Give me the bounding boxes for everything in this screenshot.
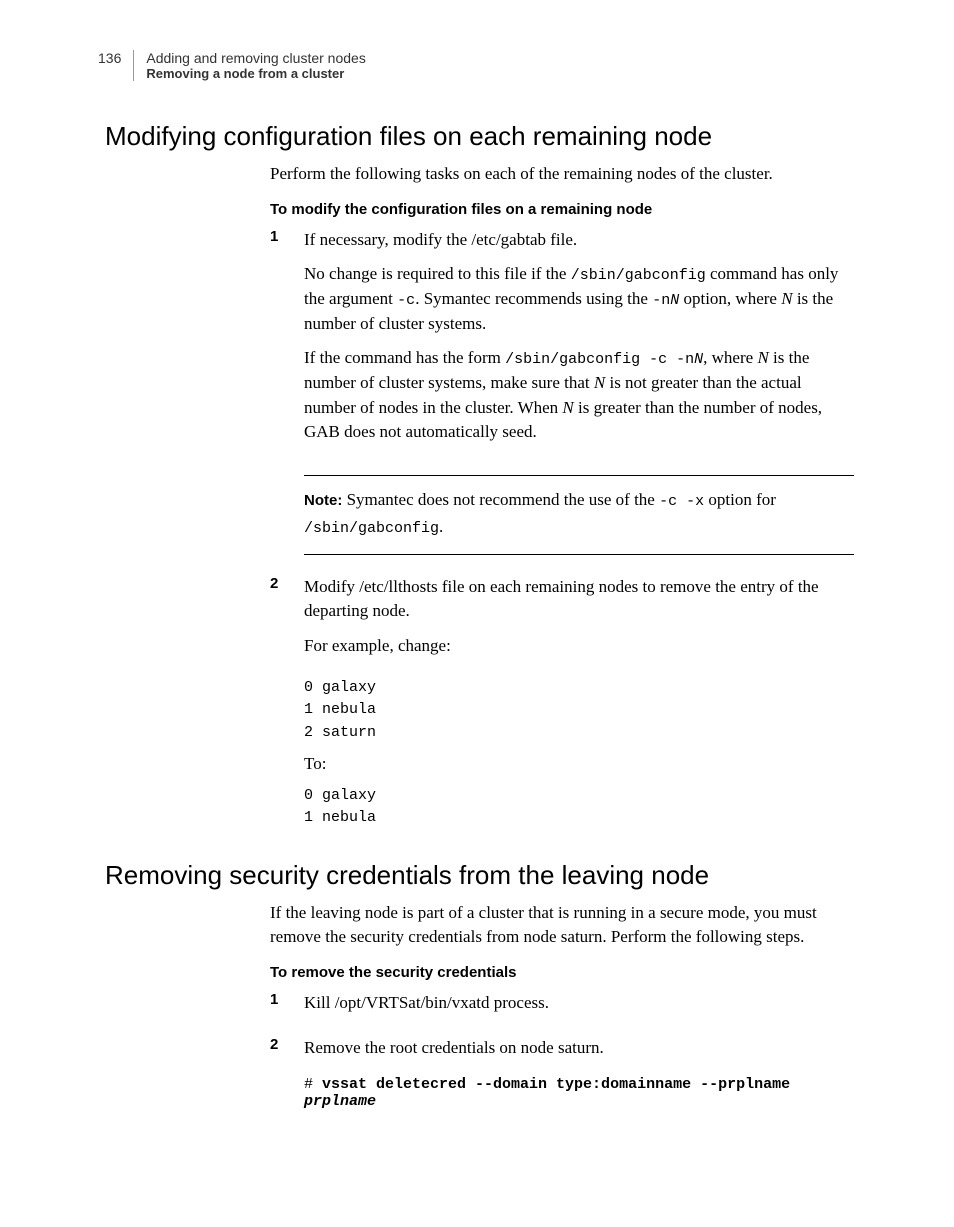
step-2: 2 Modify /etc/llthosts file on each rema…	[270, 575, 854, 669]
note-text: Note: Symantec does not recommend the us…	[304, 488, 854, 513]
intro-paragraph: Perform the following tasks on each of t…	[270, 162, 854, 187]
header-chapter: Adding and removing cluster nodes	[146, 50, 365, 66]
subtask-heading: To modify the configuration files on a r…	[270, 201, 854, 218]
step-2: 2 Remove the root credentials on node sa…	[270, 1036, 854, 1071]
step-text: If necessary, modify the /etc/gabtab fil…	[304, 228, 854, 253]
note-box: Note: Symantec does not recommend the us…	[304, 475, 854, 555]
section-heading-modifying: Modifying configuration files on each re…	[80, 121, 874, 152]
code-block: 0 galaxy 1 nebula 2 saturn	[304, 677, 854, 745]
step-text: For example, change:	[304, 634, 854, 659]
step-1: 1 If necessary, modify the /etc/gabtab f…	[270, 228, 854, 455]
step-text: If the command has the form /sbin/gabcon…	[304, 346, 854, 445]
intro-paragraph: If the leaving node is part of a cluster…	[270, 901, 854, 950]
step-text: Remove the root credentials on node satu…	[304, 1036, 854, 1061]
note-text: /sbin/gabconfig.	[304, 515, 854, 540]
step-number: 1	[270, 228, 304, 455]
step-number: 1	[270, 991, 304, 1026]
page-number: 136	[98, 50, 121, 66]
section-heading-removing: Removing security credentials from the l…	[80, 860, 874, 891]
subtask-heading: To remove the security credentials	[270, 964, 854, 981]
step-number: 2	[270, 1036, 304, 1071]
step-text: Kill /opt/VRTSat/bin/vxatd process.	[304, 991, 854, 1016]
step-number: 2	[270, 575, 304, 669]
command-line: # vssat deletecred --domain type:domainn…	[304, 1076, 854, 1110]
header-section: Removing a node from a cluster	[146, 66, 365, 81]
step-1: 1 Kill /opt/VRTSat/bin/vxatd process.	[270, 991, 854, 1026]
step-text: Modify /etc/llthosts file on each remain…	[304, 575, 854, 624]
step-text: No change is required to this file if th…	[304, 262, 854, 336]
code-block: 0 galaxy 1 nebula	[304, 785, 854, 830]
step-text: To:	[304, 752, 854, 777]
page-header: 136 Adding and removing cluster nodes Re…	[80, 50, 874, 81]
